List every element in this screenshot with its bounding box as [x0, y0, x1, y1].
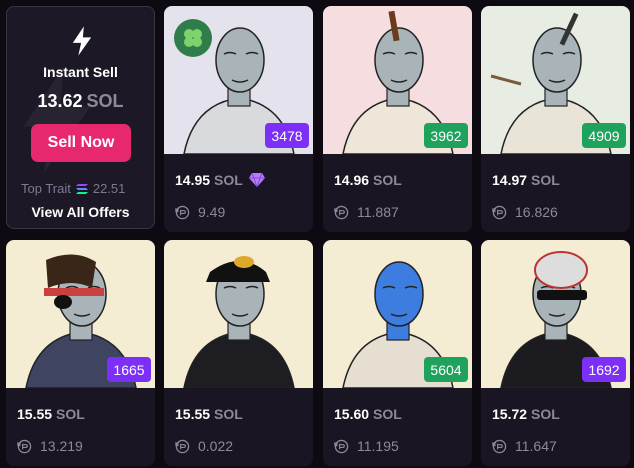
nft-price-unit: SOL	[373, 172, 402, 188]
rarity-rank-badge: 3478	[265, 123, 309, 148]
last-sale-value: 11.647	[515, 438, 557, 454]
nft-price-value: 15.60	[334, 406, 370, 422]
nft-card[interactable]: 3478 14.95 SOL 9.49	[164, 6, 313, 232]
nft-price-value: 15.55	[17, 406, 53, 422]
nft-info: 14.96 SOL 11.887	[323, 154, 472, 232]
instant-sell-title: Instant Sell	[43, 64, 118, 80]
last-sale-value: 11.887	[357, 204, 399, 220]
instant-sell-price: 13.62 SOL	[7, 91, 154, 112]
last-sale-value: 13.219	[40, 438, 83, 454]
nft-info: 15.72 SOL 11.647	[481, 388, 630, 466]
last-sale-icon	[492, 205, 507, 219]
nft-price-value: 14.97	[492, 172, 528, 188]
last-sale: 11.887	[334, 204, 399, 220]
last-sale-value: 0.022	[198, 438, 234, 454]
nft-price: 15.55 SOL	[17, 406, 85, 422]
sell-now-button[interactable]: Sell Now	[31, 124, 131, 162]
rarity-rank-badge: 3962	[424, 123, 468, 148]
last-sale: 16.826	[492, 204, 558, 220]
last-sale-value: 9.49	[198, 204, 226, 220]
nft-image[interactable]	[164, 240, 313, 388]
nft-info: 14.95 SOL 9.49	[164, 154, 313, 232]
last-sale-value: 16.826	[515, 204, 558, 220]
last-sale: 11.647	[492, 438, 557, 454]
nft-image[interactable]: 3478	[164, 6, 313, 154]
nft-price-unit: SOL	[531, 172, 560, 188]
nft-info: 15.55 SOL 13.219	[6, 388, 155, 466]
nft-price-unit: SOL	[373, 406, 402, 422]
nft-price: 14.97 SOL	[492, 172, 560, 188]
nft-card[interactable]: 5604 15.60 SOL 11.195	[323, 240, 472, 466]
nft-image[interactable]: 1665	[6, 240, 155, 388]
rarity-rank-badge: 1692	[582, 357, 626, 382]
nft-info: 15.60 SOL 11.195	[323, 388, 472, 466]
nft-price-unit: SOL	[214, 172, 243, 188]
nft-image[interactable]: 1692	[481, 240, 630, 388]
instant-sell-price-unit: SOL	[86, 91, 124, 111]
nft-price: 15.55 SOL	[175, 406, 243, 422]
instant-sell-price-value: 13.62	[37, 91, 83, 111]
nft-info: 15.55 SOL 0.022	[164, 388, 313, 466]
top-trait: Top Trait 22.51	[21, 181, 125, 196]
nft-price-value: 15.55	[175, 406, 211, 422]
last-sale-icon	[492, 439, 507, 453]
solana-icon	[75, 183, 88, 194]
nft-card[interactable]: 3962 14.96 SOL 11.887	[323, 6, 472, 232]
nft-price: 15.60 SOL	[334, 406, 402, 422]
instant-sell-card: Instant Sell 13.62 SOL Sell Now Top Trait…	[6, 6, 155, 229]
last-sale-icon	[334, 439, 349, 453]
view-all-offers-link[interactable]: View All Offers	[7, 204, 154, 220]
nft-price: 14.95 SOL	[175, 172, 265, 188]
nft-card[interactable]: 4909 14.97 SOL 16.826	[481, 6, 630, 232]
rarity-rank-badge: 4909	[582, 123, 626, 148]
nft-price: 14.96 SOL	[334, 172, 402, 188]
top-trait-value: 22.51	[92, 181, 126, 196]
last-sale-value: 11.195	[357, 438, 399, 454]
rarity-rank-badge: 1665	[107, 357, 151, 382]
last-sale-icon	[334, 205, 349, 219]
last-sale: 0.022	[175, 438, 233, 454]
gem-icon	[248, 173, 265, 187]
bolt-icon	[72, 26, 92, 56]
top-trait-label: Top Trait	[21, 181, 71, 196]
nft-price-unit: SOL	[531, 406, 560, 422]
clover-icon	[174, 19, 212, 57]
nft-price-value: 15.72	[492, 406, 528, 422]
nft-image[interactable]: 4909	[481, 6, 630, 154]
rarity-rank-badge: 5604	[424, 357, 468, 382]
nft-price-value: 14.95	[175, 172, 211, 188]
nft-card[interactable]: 1692 15.72 SOL 11.647	[481, 240, 630, 466]
nft-price-unit: SOL	[56, 406, 85, 422]
last-sale: 13.219	[17, 438, 83, 454]
last-sale-icon	[175, 205, 190, 219]
nft-info: 14.97 SOL 16.826	[481, 154, 630, 232]
nft-image[interactable]: 5604	[323, 240, 472, 388]
nft-card[interactable]: 1665 15.55 SOL 13.219	[6, 240, 155, 466]
nft-price-value: 14.96	[334, 172, 370, 188]
nft-card[interactable]: 15.55 SOL 0.022	[164, 240, 313, 466]
nft-price-unit: SOL	[214, 406, 243, 422]
last-sale-icon	[175, 439, 190, 453]
nft-price: 15.72 SOL	[492, 406, 560, 422]
last-sale: 11.195	[334, 438, 399, 454]
nft-image[interactable]: 3962	[323, 6, 472, 154]
last-sale: 9.49	[175, 204, 225, 220]
last-sale-icon	[17, 439, 32, 453]
